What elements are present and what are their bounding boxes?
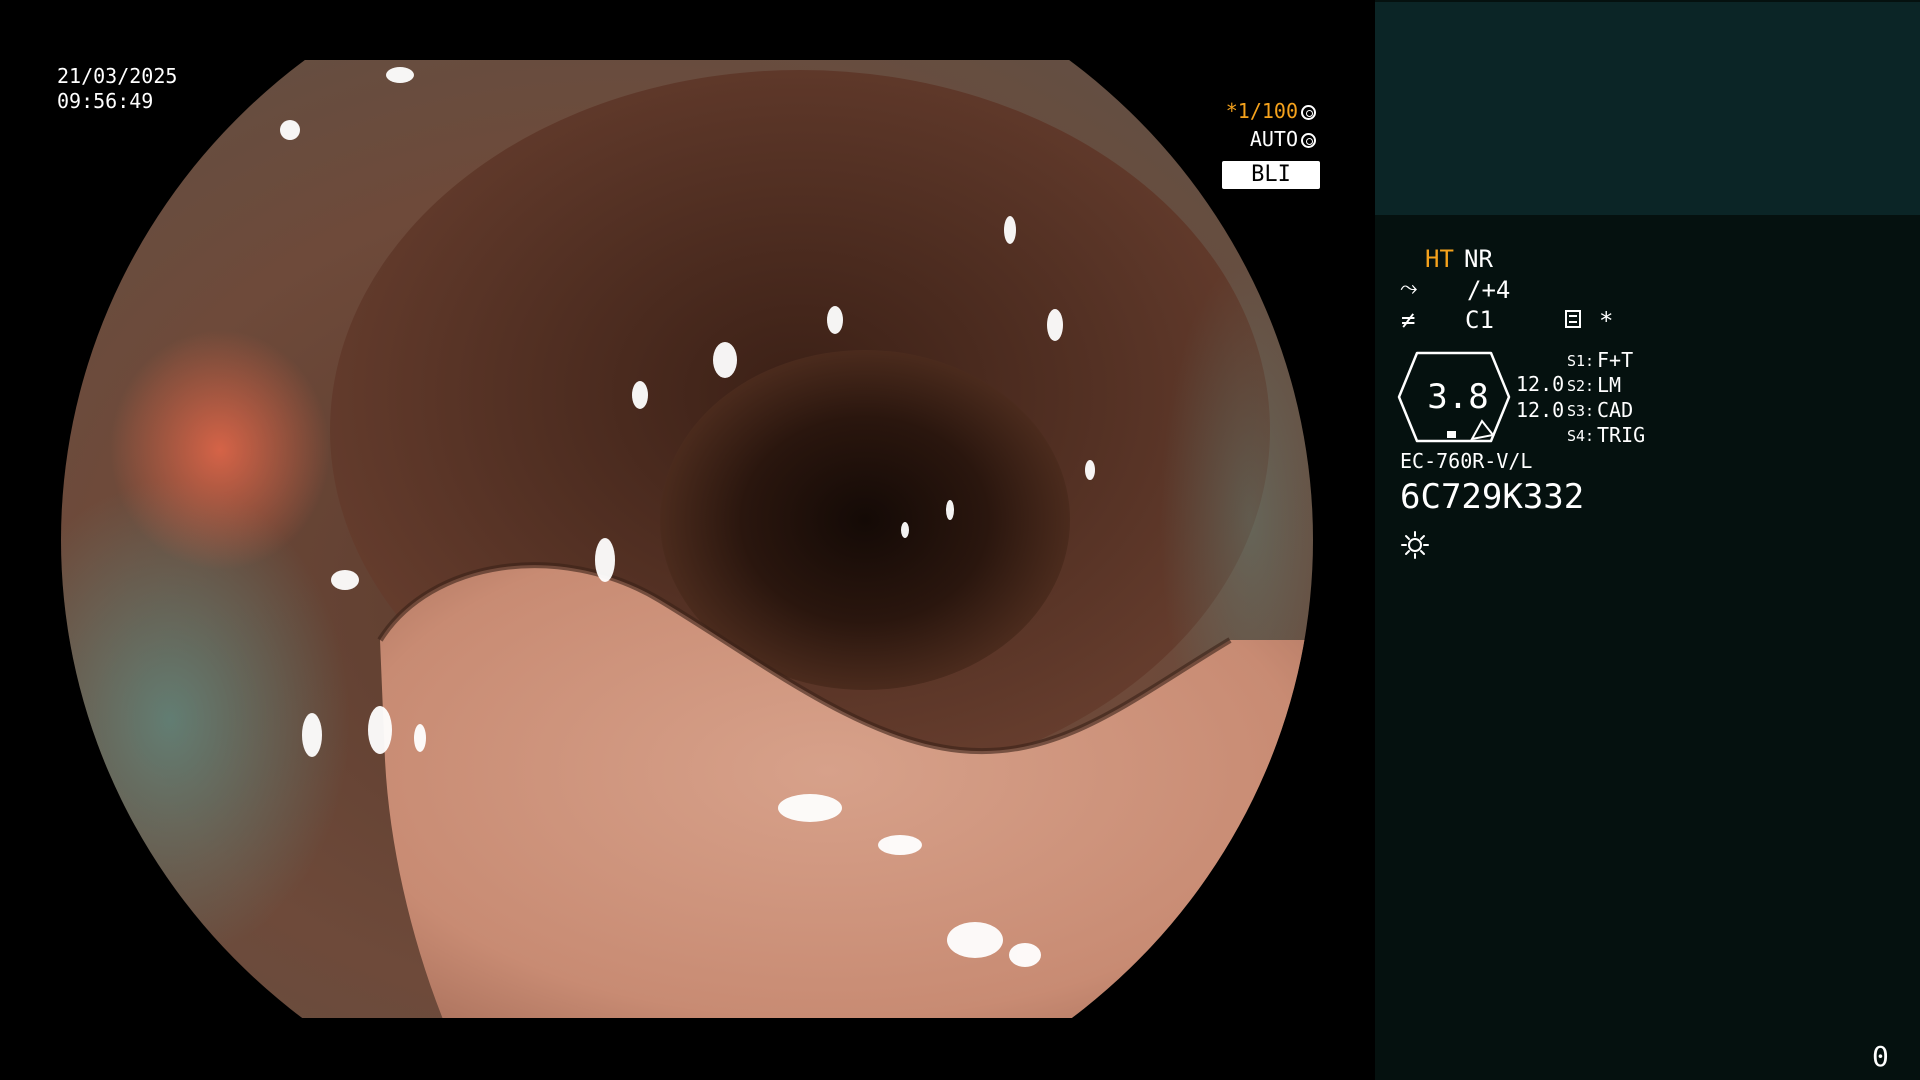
- switch-4-label: S4:: [1567, 427, 1595, 445]
- panel-header-area: [1375, 2, 1920, 215]
- iris-setting: AUTO: [1250, 129, 1316, 149]
- switch-3-label: S3:: [1567, 402, 1595, 420]
- star-indicator: *: [1599, 307, 1614, 335]
- structure-enhancement-value: /+4: [1467, 276, 1511, 304]
- exam-date: 21/03/2025: [57, 64, 178, 88]
- switch-3-value: CAD: [1597, 398, 1634, 422]
- switch-2-label: S2:: [1567, 377, 1595, 395]
- ht-indicator: HT: [1425, 245, 1454, 273]
- aux-value-2: 12.0: [1516, 398, 1565, 422]
- iris-value: AUTO: [1249, 127, 1298, 151]
- iris-icon: [1301, 133, 1316, 148]
- endoscope-view: 21/03/2025 09:56:49 *1/100 AUTO BLI: [0, 0, 1375, 1080]
- zoom-value: 3.8: [1427, 377, 1489, 417]
- aperture-icon: [1301, 105, 1316, 120]
- nr-indicator: NR: [1464, 245, 1493, 273]
- info-panel: HT NR ⤳ /+4 ≠ C1 * 3.8 12.0 12.0 S1: F+T…: [1375, 0, 1920, 1080]
- shutter-value: *1/100: [1225, 99, 1298, 123]
- menu-icon: [1565, 310, 1581, 328]
- structure-enhancement-icon: ⤳: [1400, 276, 1418, 301]
- shutter-setting: *1/100: [1226, 101, 1316, 121]
- switch-1-label: S1:: [1567, 352, 1595, 370]
- endoscopy-monitor: 21/03/2025 09:56:49 *1/100 AUTO BLI HT N…: [0, 0, 1920, 1080]
- color-enhancement-value: C1: [1465, 306, 1494, 334]
- scope-serial-number: 6C729K332: [1400, 477, 1585, 517]
- switch-1-value: F+T: [1597, 348, 1634, 372]
- endoscopic-image: [61, 60, 1313, 1018]
- switch-2-value: LM: [1597, 373, 1622, 397]
- color-enhancement-icon: ≠: [1401, 306, 1416, 334]
- light-mode-indicator: BLI: [1222, 161, 1320, 189]
- light-source-icon: [1401, 531, 1429, 559]
- image-counter: 0: [1872, 1040, 1889, 1073]
- exam-time: 09:56:49: [57, 89, 154, 113]
- switch-4-value: TRIG: [1597, 423, 1646, 447]
- scope-model: EC-760R-V/L: [1400, 449, 1533, 473]
- aux-value-1: 12.0: [1516, 372, 1565, 396]
